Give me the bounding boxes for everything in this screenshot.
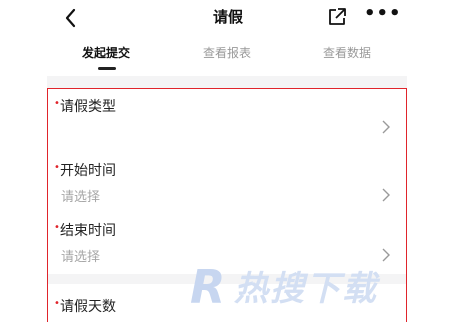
tab-view-data[interactable]: 查看数据 — [323, 44, 371, 61]
active-tab-indicator — [98, 67, 116, 70]
chevron-right-icon — [382, 120, 390, 134]
field-leave-type[interactable]: • 请假类型 — [47, 88, 407, 156]
field-label: 开始时间 — [60, 163, 116, 179]
watermark-text: 热搜下载 — [234, 269, 378, 309]
chevron-right-icon — [382, 248, 390, 262]
more-button[interactable]: ••• — [364, 5, 401, 28]
share-external-icon — [329, 8, 346, 25]
watermark-letter: R — [190, 260, 226, 314]
field-placeholder: 请选择 — [61, 250, 101, 265]
field-label: 请假天数 — [60, 299, 116, 315]
top-bar: 请假 ••• — [0, 0, 456, 36]
field-label: 请假类型 — [60, 99, 116, 115]
tab-submit[interactable]: 发起提交 — [82, 44, 130, 61]
share-button[interactable] — [326, 6, 348, 28]
form-section-leave-type: • 请假类型 — [47, 88, 407, 156]
form-section-time: • 开始时间 请选择 • 结束时间 请选择 — [47, 154, 407, 274]
field-start-time[interactable]: • 开始时间 请选择 — [47, 154, 407, 212]
tab-view-report[interactable]: 查看报表 — [203, 44, 251, 61]
field-label: 结束时间 — [60, 223, 116, 239]
watermark-logo: R 热搜下载 — [190, 262, 440, 318]
tab-bar: 发起提交 查看报表 查看数据 — [0, 44, 456, 72]
chevron-right-icon — [382, 188, 390, 202]
field-placeholder: 请选择 — [61, 190, 101, 205]
